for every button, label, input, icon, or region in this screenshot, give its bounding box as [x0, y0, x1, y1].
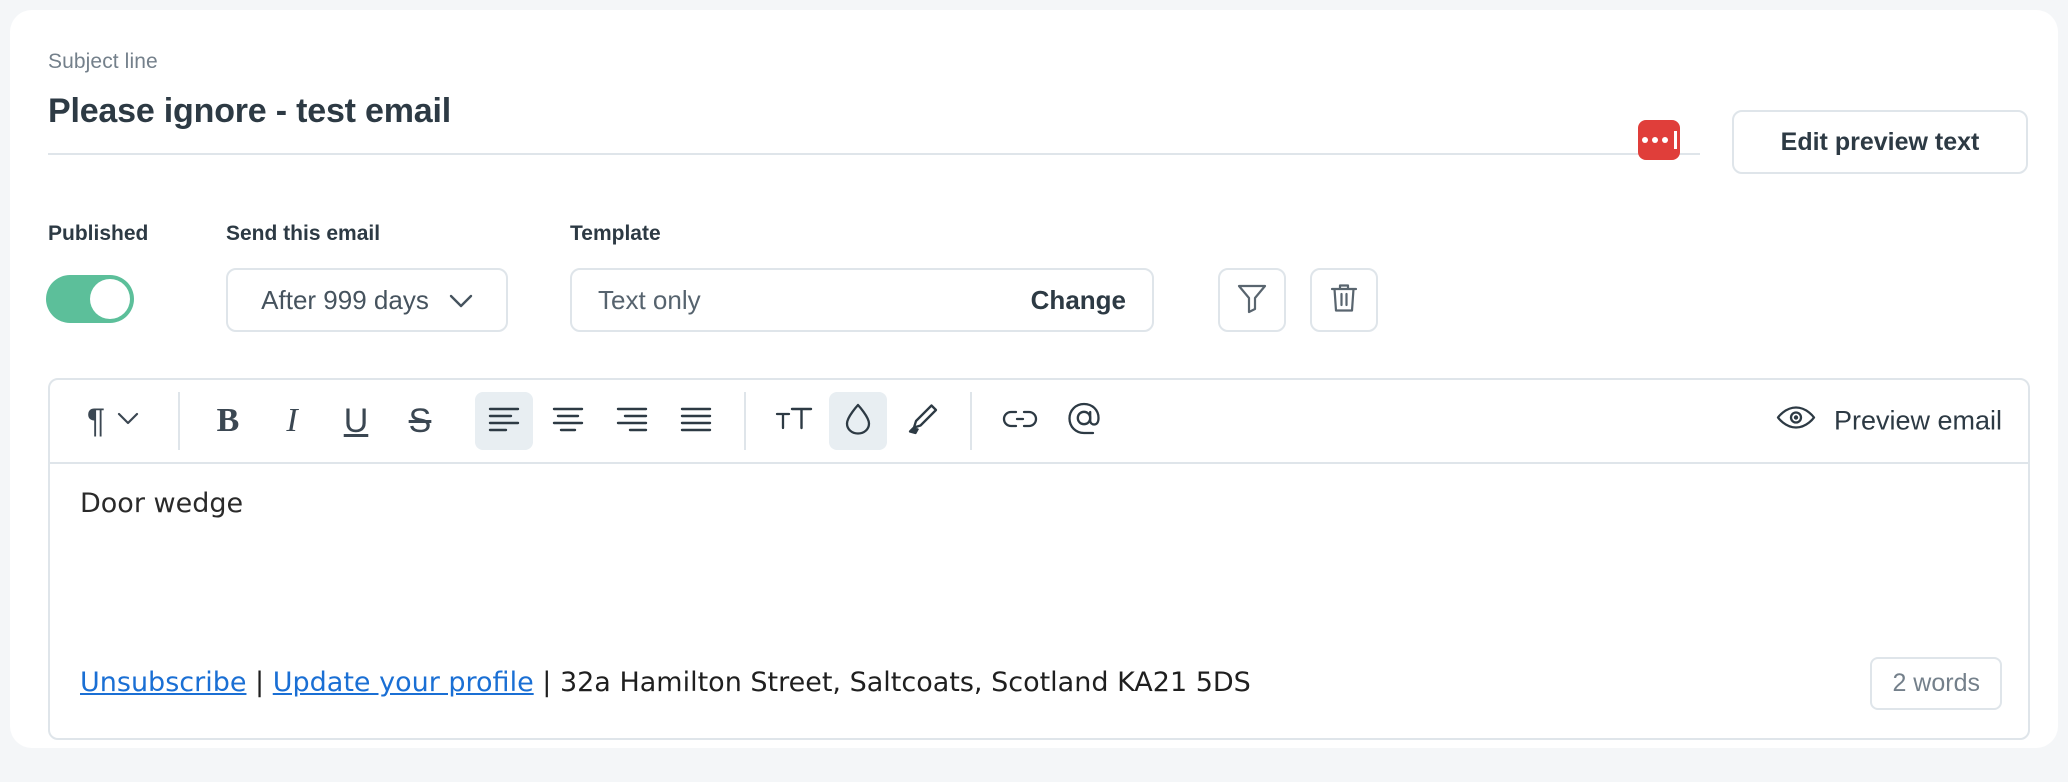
send-this-email-label: Send this email: [226, 222, 381, 245]
footer-address: 32a Hamilton Street, Saltcoats, Scotland…: [559, 667, 1251, 698]
email-footer-line: Unsubscribe | Update your profile | 32a …: [80, 667, 1251, 698]
delete-button[interactable]: [1310, 268, 1378, 332]
rich-text-editor: ¶ B I U S Preview email Door wedge Unsub…: [48, 378, 2030, 740]
bold-button[interactable]: B: [199, 392, 257, 450]
email-body-text[interactable]: Door wedge: [80, 488, 1998, 519]
mention-at-icon: [1066, 401, 1102, 442]
preview-text-indicator-icon[interactable]: [1638, 120, 1680, 160]
underline-icon: U: [343, 402, 369, 440]
italic-icon: I: [286, 402, 298, 439]
insert-link-button[interactable]: [991, 392, 1049, 450]
edit-preview-text-button[interactable]: Edit preview text: [1732, 110, 2028, 174]
template-field: Text only Change: [570, 268, 1154, 332]
align-left-icon: [487, 405, 521, 438]
published-label: Published: [48, 222, 149, 245]
font-size-button[interactable]: [765, 392, 823, 450]
toggle-knob: [90, 279, 130, 319]
word-count-badge: 2 words: [1870, 657, 2002, 710]
unsubscribe-link[interactable]: Unsubscribe: [80, 667, 246, 698]
editor-toolbar: ¶ B I U S Preview email: [50, 380, 2028, 464]
template-value: Text only: [598, 284, 701, 315]
strikethrough-button[interactable]: S: [391, 392, 449, 450]
align-center-button[interactable]: [539, 392, 597, 450]
italic-button[interactable]: I: [263, 392, 321, 450]
align-left-button[interactable]: [475, 392, 533, 450]
chevron-down-icon: [117, 412, 139, 431]
dot-3: [1661, 137, 1668, 143]
toolbar-separator: [970, 392, 972, 450]
align-right-icon: [615, 405, 649, 438]
filter-icon: [1237, 282, 1267, 319]
align-justify-button[interactable]: [667, 392, 725, 450]
highlight-button[interactable]: [893, 392, 951, 450]
footer-separator-2: |: [533, 667, 560, 698]
text-color-droplet-icon: [842, 402, 874, 441]
dot-1: [1641, 137, 1648, 143]
font-size-icon: [774, 404, 814, 439]
align-right-button[interactable]: [603, 392, 661, 450]
email-editor-card: Subject line Please ignore - test email …: [10, 10, 2058, 748]
send-this-email-select[interactable]: After 999 days: [226, 268, 508, 332]
align-center-icon: [551, 405, 585, 438]
dot-2: [1651, 137, 1658, 143]
subject-line-value[interactable]: Please ignore - test email: [48, 92, 1700, 131]
underline-button[interactable]: U: [327, 392, 385, 450]
caret-bar: [1673, 131, 1677, 149]
send-this-email-value: After 999 days: [261, 284, 429, 315]
footer-separator-1: |: [246, 667, 273, 698]
strikethrough-icon: S: [408, 402, 432, 440]
preview-email-button[interactable]: Preview email: [1776, 404, 2002, 439]
template-label: Template: [570, 222, 661, 245]
email-body-area[interactable]: Door wedge Unsubscribe | Update your pro…: [50, 464, 2028, 738]
link-icon: [1001, 406, 1039, 437]
filter-button[interactable]: [1218, 268, 1286, 332]
align-justify-icon: [679, 405, 713, 438]
update-profile-link[interactable]: Update your profile: [273, 667, 534, 698]
trash-icon: [1329, 282, 1359, 319]
toolbar-separator: [744, 392, 746, 450]
paragraph-style-dropdown[interactable]: ¶: [67, 392, 159, 450]
subject-line-label: Subject line: [48, 50, 158, 73]
subject-section: Subject line Please ignore - test email: [48, 50, 1700, 155]
mention-button[interactable]: [1055, 392, 1113, 450]
pilcrow-icon: ¶: [86, 402, 106, 440]
highlighter-icon: [905, 402, 939, 441]
preview-email-label: Preview email: [1833, 405, 2002, 436]
toolbar-separator: [178, 392, 180, 450]
chevron-down-icon: [449, 285, 473, 316]
published-toggle[interactable]: [46, 275, 134, 323]
change-template-button[interactable]: Change: [1031, 285, 1126, 316]
bold-icon: B: [216, 402, 240, 439]
eye-icon: [1776, 404, 1816, 439]
text-color-button[interactable]: [829, 392, 887, 450]
